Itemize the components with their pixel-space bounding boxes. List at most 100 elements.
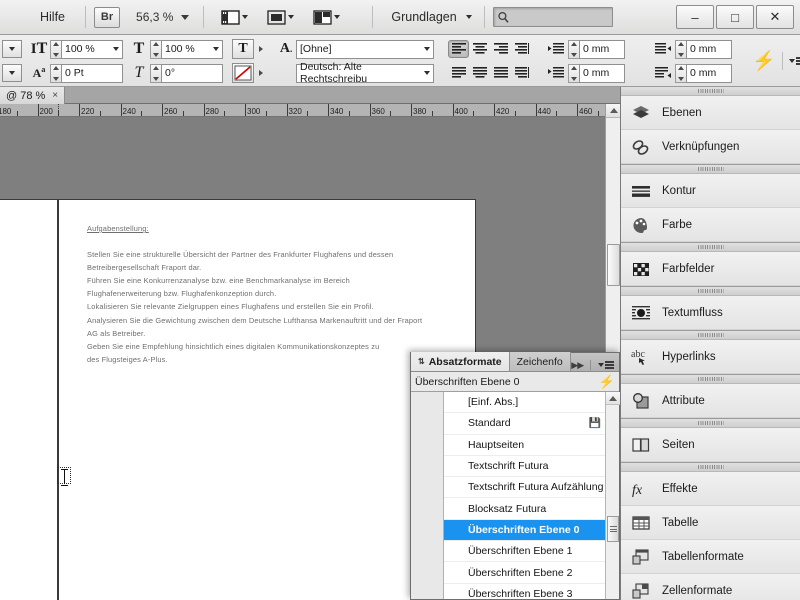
align-right-button[interactable] xyxy=(490,40,511,58)
maximize-button[interactable]: □ xyxy=(716,5,754,29)
dock-group-grip[interactable] xyxy=(621,87,800,96)
indent-last-stepper[interactable] xyxy=(675,63,686,83)
dock-item-tabellenformate[interactable]: Tabellenformate xyxy=(621,540,800,574)
language-dropdown[interactable]: Deutsch: Alte Rechtschreibu xyxy=(296,61,434,85)
indent-last-input[interactable]: 0 mm xyxy=(686,63,732,83)
chevron-down-icon[interactable] xyxy=(424,71,430,75)
dock-item-effekte[interactable]: fx Effekte xyxy=(621,472,800,506)
indent-right-input[interactable]: 0 mm xyxy=(686,39,732,59)
dock-group-grip[interactable] xyxy=(621,243,800,252)
view-options-button[interactable] xyxy=(220,8,249,26)
lightning-icon[interactable]: ⚡ xyxy=(599,374,615,390)
panel-vertical-scrollbar[interactable] xyxy=(605,392,620,599)
panel-menu-icon[interactable] xyxy=(788,57,800,65)
search-input[interactable] xyxy=(492,7,613,27)
frame-view-button[interactable] xyxy=(312,8,341,26)
vertical-scale-input[interactable]: 100 % xyxy=(61,39,123,59)
dock-item-textumfluss[interactable]: Textumfluss xyxy=(621,296,800,330)
dock-item-tabelle[interactable]: Tabelle xyxy=(621,506,800,540)
dock-group-grip[interactable] xyxy=(621,165,800,174)
none-swatch-button[interactable] xyxy=(232,63,254,83)
dock-item-kontur[interactable]: Kontur xyxy=(621,174,800,208)
panel-menu-icon[interactable] xyxy=(598,361,614,369)
chevron-down-icon[interactable] xyxy=(113,47,119,51)
bridge-button[interactable]: Br xyxy=(94,6,121,28)
indent-left-stepper[interactable] xyxy=(568,39,579,59)
align-justify-c-button[interactable] xyxy=(490,64,511,82)
tab-absatzformate[interactable]: ⇅ Absatzformate xyxy=(411,352,510,371)
paragraph-style-item[interactable]: Überschriften Ebene 3 xyxy=(444,584,606,599)
paragraph-style-item[interactable]: Überschriften Ebene 1 xyxy=(444,541,606,563)
vertical-scale-stepper[interactable] xyxy=(50,39,61,59)
scroll-up-button[interactable] xyxy=(606,392,620,405)
document-tab[interactable]: @ 78 % × xyxy=(0,87,66,104)
zoom-level-value[interactable]: 56,3 % xyxy=(136,10,173,24)
chevron-down-icon[interactable] xyxy=(213,47,219,51)
chevron-down-icon[interactable] xyxy=(181,14,190,20)
align-justify-b-button[interactable] xyxy=(469,64,490,82)
screen-mode-button[interactable] xyxy=(266,8,295,26)
tab-zeichenformate[interactable]: Zeichenfo xyxy=(509,352,571,371)
character-formatting-button[interactable]: T xyxy=(232,39,254,59)
horizontal-ruler[interactable]: 180 200 220 240 260 280 300 320 340 360 380 400 420 4… xyxy=(0,104,620,117)
chevron-down-icon[interactable] xyxy=(334,15,341,19)
paragraph-style-item[interactable]: Hauptseiten xyxy=(444,435,606,456)
paragraph-style-item[interactable]: Überschriften Ebene 2 xyxy=(444,562,606,584)
align-center-button[interactable] xyxy=(469,40,490,58)
paragraph-style-item[interactable]: Standard 💾 xyxy=(444,413,606,435)
skew-input[interactable]: 0° xyxy=(161,63,223,83)
page-left[interactable]: Plusnderln.,.en xyxy=(0,199,58,600)
indent-first-stepper[interactable] xyxy=(568,63,579,83)
align-left-button[interactable] xyxy=(448,40,469,58)
character-style-dropdown[interactable]: [Ohne] xyxy=(296,39,434,59)
scrollbar-thumb[interactable] xyxy=(607,244,620,286)
indent-right-stepper[interactable] xyxy=(675,39,686,59)
baseline-shift-stepper[interactable] xyxy=(50,63,61,83)
paragraph-styles-list[interactable]: [Einf. Abs.] Standard 💾 Hauptseiten Textschr… xyxy=(443,392,606,599)
current-style-field[interactable]: Überschriften Ebene 0 ⚡ xyxy=(411,372,619,392)
skew-stepper[interactable] xyxy=(150,63,161,83)
chevron-right-icon[interactable] xyxy=(259,70,263,76)
lightning-icon[interactable]: ⚡ xyxy=(752,52,776,71)
paragraph-style-item[interactable]: Blocksatz Futura xyxy=(444,498,606,520)
double-arrow-icon[interactable]: ▶▶ xyxy=(571,360,584,371)
horizontal-scale-stepper[interactable] xyxy=(150,39,161,59)
baseline-shift-input[interactable]: 0 Pt xyxy=(61,63,123,83)
workspace-switcher[interactable]: Grundlagen xyxy=(391,10,456,24)
dock-group-grip[interactable] xyxy=(621,419,800,428)
close-button[interactable]: ✕ xyxy=(756,5,794,29)
font-family-dropdown[interactable] xyxy=(2,40,22,58)
menu-hilfe[interactable]: Hilfe xyxy=(0,10,77,24)
paragraph-style-item[interactable]: Textschrift Futura Aufzählung xyxy=(444,477,606,499)
chevron-down-icon[interactable] xyxy=(242,15,249,19)
scroll-up-button[interactable] xyxy=(606,104,621,118)
dock-item-zellenformate[interactable]: Zellenformate xyxy=(621,574,800,600)
dock-item-seiten[interactable]: Seiten xyxy=(621,428,800,462)
paragraph-style-item[interactable]: Textschrift Futura xyxy=(444,456,606,478)
scrollbar-thumb[interactable] xyxy=(607,516,619,542)
align-justify-a-button[interactable] xyxy=(448,64,469,82)
close-icon[interactable]: × xyxy=(52,90,58,101)
panel-dock[interactable]: Ebenen Verknüpfungen Kontur Farbe Farbfelder… xyxy=(620,87,800,600)
dock-group-grip[interactable] xyxy=(621,331,800,340)
dock-item-farbe[interactable]: Farbe xyxy=(621,208,800,242)
indent-first-input[interactable]: 0 mm xyxy=(579,63,625,83)
paragraph-style-item[interactable]: [Einf. Abs.] xyxy=(444,392,606,414)
paragraph-styles-panel[interactable]: ⇅ Absatzformate Zeichenfo ▶▶ | Überschri… xyxy=(410,352,620,600)
dock-item-hyperlinks[interactable]: abc Hyperlinks xyxy=(621,340,800,374)
chevron-down-icon[interactable] xyxy=(288,15,295,19)
chevron-down-icon[interactable] xyxy=(465,15,472,19)
paragraph-style-item[interactable]: Überschriften Ebene 0 xyxy=(444,519,606,542)
chevron-down-icon[interactable] xyxy=(424,47,430,51)
dock-item-farbfelder[interactable]: Farbfelder xyxy=(621,252,800,286)
dock-group-grip[interactable] xyxy=(621,287,800,296)
font-style-dropdown[interactable] xyxy=(2,64,22,82)
dock-item-ebenen[interactable]: Ebenen xyxy=(621,96,800,130)
minimize-button[interactable]: – xyxy=(676,5,714,29)
align-justify-last-left-button[interactable] xyxy=(511,40,532,58)
chevron-right-icon[interactable] xyxy=(259,46,263,52)
dock-group-grip[interactable] xyxy=(621,463,800,472)
align-justify-d-button[interactable] xyxy=(511,64,532,82)
dock-item-verkn-pfungen[interactable]: Verknüpfungen xyxy=(621,130,800,164)
dock-group-grip[interactable] xyxy=(621,375,800,384)
